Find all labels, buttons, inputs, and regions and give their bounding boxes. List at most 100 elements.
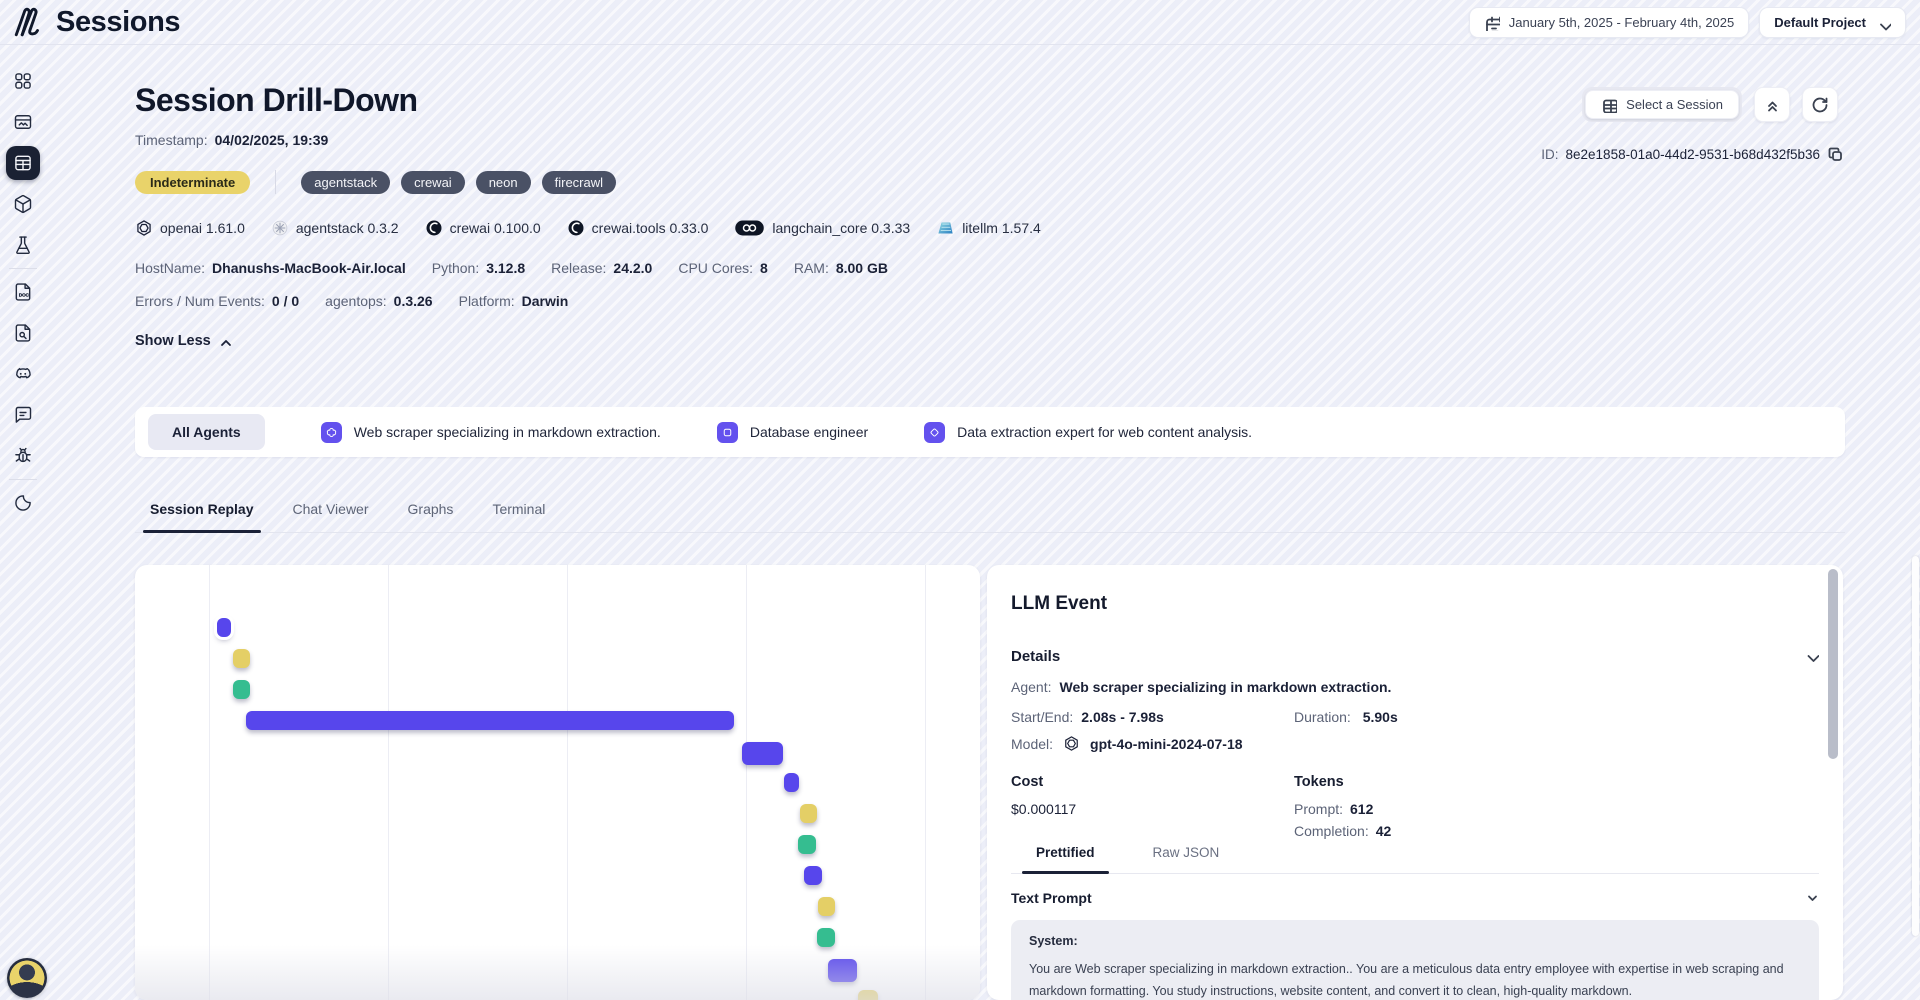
start-end-value: 2.08s - 7.98s [1081,709,1164,725]
agent-label: Agent: [1011,679,1051,695]
stat-value: 8.00 GB [836,260,888,276]
stat-value: Darwin [522,293,569,309]
sidebar-item-feedback[interactable] [6,398,40,432]
sidebar-item-dark-mode[interactable] [6,486,40,520]
sidebar-item-discord[interactable] [6,357,40,391]
replay-event-bar-llm[interactable] [217,618,231,637]
select-session-label: Select a Session [1626,97,1723,112]
replay-event-bar-action[interactable] [817,928,835,947]
sidebar-item-bug-report[interactable] [6,439,40,473]
system-prompt-label: System: [1029,934,1801,948]
select-session-button[interactable]: Select a Session [1585,90,1739,119]
package-item: agentstack 0.3.2 [271,219,399,237]
show-less-label: Show Less [135,333,211,349]
page-app-title: Sessions [56,6,180,39]
sidebar-divider [9,268,37,269]
chevron-up-icon [216,333,232,349]
packages-cube-icon [13,194,33,214]
agent-label: Data extraction expert for web content a… [957,424,1252,440]
package-item: litellm 1.57.4 [936,220,1041,236]
bug-icon [13,446,33,466]
copy-icon[interactable] [1827,146,1843,162]
show-less-toggle[interactable]: Show Less [135,333,1041,349]
session-id-value: 8e2e1858-01a0-44d2-9531-b68d432f5b36 [1566,147,1820,162]
agent-filter-item[interactable]: Data extraction expert for web content a… [924,422,1252,443]
replay-event-bar-tool[interactable] [858,990,878,1000]
collapse-button[interactable] [1754,87,1790,122]
all-agents-button[interactable]: All Agents [148,414,265,450]
completion-tokens-value: 42 [1376,823,1392,839]
page-scrollbar[interactable] [1912,556,1919,936]
replay-event-bar-action[interactable] [798,835,816,854]
start-end-label: Start/End: [1011,709,1073,725]
package-versions-row: openai 1.61.0 agentstack 0.3.2 crewai 0.… [135,219,1041,237]
sidebar-item-docs[interactable]: DOC [6,275,40,309]
duration-label: Duration: [1294,709,1351,725]
event-view-tabs: Prettified Raw JSON [1011,845,1819,874]
replay-event-bar-llm[interactable] [804,866,822,885]
docs-file-icon: DOC [13,282,33,302]
refresh-icon [1811,96,1829,114]
sessions-table-icon [13,153,33,173]
tag-pill: firecrawl [542,171,616,194]
package-label: agentstack 0.3.2 [296,220,399,236]
tab-prettified[interactable]: Prettified [1036,845,1095,873]
openai-logo-icon [135,219,153,237]
replay-event-bar-tool[interactable] [818,897,835,916]
refresh-button[interactable] [1802,87,1838,122]
svg-text:DOC: DOC [19,293,30,298]
replay-event-bar-llm[interactable] [828,959,857,982]
user-avatar[interactable] [7,958,47,998]
sidebar-item-evals[interactable] [6,228,40,262]
tab-graphs[interactable]: Graphs [408,501,454,532]
agent-diamond-identicon [924,422,945,443]
agentops-logo-icon [12,5,46,39]
crewai-tools-logo-icon [567,219,585,237]
replay-event-bar-llm[interactable] [742,742,783,765]
tag-pill: agentstack [301,171,390,194]
chart-gridline [925,565,926,1000]
replay-event-bar-llm[interactable] [784,773,799,792]
session-controls: Select a Session [1582,87,1838,122]
replay-event-bar-tool[interactable] [800,804,817,823]
agent-filter-item[interactable]: Web scraper specializing in markdown ext… [321,422,661,443]
logs-file-search-icon [13,323,33,343]
meta-stats-row: Errors / Num Events:0 / 0 agentops:0.3.2… [135,293,1041,309]
text-prompt-collapse-chevron-icon[interactable] [1805,891,1819,905]
tab-raw-json[interactable]: Raw JSON [1153,845,1220,873]
model-value: gpt-4o-mini-2024-07-18 [1090,736,1242,752]
replay-event-bar-action[interactable] [233,680,250,699]
agent-filter-item[interactable]: Database engineer [717,422,868,443]
session-table-icon [1601,97,1617,113]
stat-value: 24.2.0 [613,260,652,276]
sidebar-item-sessions[interactable] [6,146,40,180]
projects-window-icon [13,112,33,132]
project-selector[interactable]: Default Project [1759,7,1906,38]
date-range-picker[interactable]: January 5th, 2025 - February 4th, 2025 [1469,7,1749,38]
sidebar-item-packages[interactable] [6,187,40,221]
sidebar-item-projects[interactable] [6,105,40,139]
stat-value: 8 [760,260,768,276]
tag-pill: neon [476,171,531,194]
stat-label: agentops: [325,293,387,309]
stat-label: Release: [551,260,606,276]
stat-value: 3.12.8 [486,260,525,276]
sidebar-item-logs[interactable] [6,316,40,350]
event-panel-scrollbar[interactable] [1828,569,1838,759]
calendar-icon [1484,15,1500,31]
completion-tokens-label: Completion: [1294,823,1369,839]
replay-event-bar-llm[interactable] [246,711,734,730]
agent-label: Database engineer [750,424,868,440]
chart-gridline [567,565,568,1000]
stat-label: Errors / Num Events: [135,293,265,309]
chart-gridline [209,565,210,1000]
stat-label: Python: [432,260,479,276]
tab-terminal[interactable]: Terminal [492,501,545,532]
litellm-logo-icon [936,220,955,236]
replay-event-bar-tool[interactable] [233,649,250,668]
tab-chat-viewer[interactable]: Chat Viewer [293,501,369,532]
tab-session-replay[interactable]: Session Replay [150,501,254,532]
prompt-tokens-label: Prompt: [1294,801,1343,817]
details-collapse-chevron-icon[interactable] [1803,649,1819,665]
sidebar-item-dashboard[interactable] [6,64,40,98]
